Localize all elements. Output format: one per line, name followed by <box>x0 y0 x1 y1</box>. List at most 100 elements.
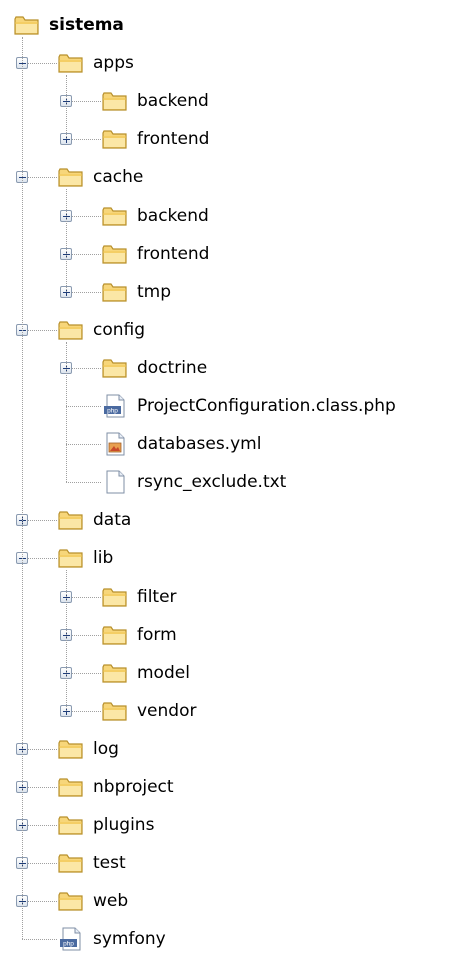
tree-folder-row[interactable]: tmp <box>0 273 472 311</box>
svg-text:php: php <box>107 408 118 415</box>
folder-name-label: log <box>93 738 119 759</box>
folder-open-icon <box>13 13 41 37</box>
folder-icon <box>57 851 85 875</box>
tree-folder-row[interactable]: model <box>0 654 472 692</box>
folder-icon-graphic <box>102 244 127 264</box>
tree-folder-row[interactable]: log <box>0 730 472 768</box>
folder-icon-graphic <box>58 549 83 568</box>
tree-folder-row[interactable]: nbproject <box>0 768 472 806</box>
tree-file-row[interactable]: php symfony <box>0 920 472 958</box>
file-name-label: databases.yml <box>137 434 262 455</box>
text-file-icon-graphic <box>106 470 125 494</box>
folder-name-label: frontend <box>137 129 210 150</box>
tree-folder-row[interactable]: vendor <box>0 692 472 730</box>
tree-connector-horizontal <box>66 482 101 484</box>
folder-icon-graphic <box>58 778 83 797</box>
folder-name-label: config <box>93 319 146 340</box>
folder-name-label: cache <box>93 167 144 188</box>
folder-icon <box>101 585 129 609</box>
folder-icon <box>57 51 85 75</box>
folder-icon-graphic <box>58 892 83 911</box>
php-file-icon: php <box>101 394 129 418</box>
folder-icon-graphic <box>102 359 127 378</box>
folder-name-label: vendor <box>137 700 197 721</box>
yml-file-icon-graphic <box>106 432 125 456</box>
tree-folder-row[interactable]: lib <box>0 539 472 577</box>
file-name-label: symfony <box>93 929 166 950</box>
tree-file-row[interactable]: databases.yml <box>0 425 472 463</box>
tree-branch-line <box>66 341 67 483</box>
folder-icon-graphic <box>58 854 83 873</box>
tree-folder-row[interactable]: web <box>0 882 472 920</box>
tree-folder-row[interactable]: sistema <box>0 6 472 44</box>
tree-folder-row[interactable]: plugins <box>0 806 472 844</box>
yml-file-icon <box>101 432 129 456</box>
folder-name-label: data <box>93 510 132 531</box>
tree-folder-row[interactable]: filter <box>0 578 472 616</box>
svg-text:php: php <box>63 941 74 948</box>
folder-icon <box>57 775 85 799</box>
tree-file-row[interactable]: php ProjectConfiguration.class.php <box>0 387 472 425</box>
folder-icon-graphic <box>58 740 83 759</box>
tree-folder-row[interactable]: test <box>0 844 472 882</box>
folder-name-label: tmp <box>137 281 172 302</box>
folder-name-label: apps <box>93 53 134 74</box>
tree-folder-row[interactable]: form <box>0 616 472 654</box>
folder-name-label: sistema <box>49 15 124 35</box>
tree-folder-row[interactable]: data <box>0 501 472 539</box>
folder-name-label: frontend <box>137 243 210 264</box>
php-file-icon-graphic: php <box>60 927 81 951</box>
folder-name-label: filter <box>137 586 177 607</box>
folder-name-label: backend <box>137 91 209 112</box>
folder-icon-graphic <box>58 511 83 530</box>
folder-icon <box>57 508 85 532</box>
folder-icon-graphic <box>58 54 83 73</box>
folder-icon <box>101 127 129 151</box>
folder-name-label: test <box>93 853 126 874</box>
text-file-icon <box>101 470 129 494</box>
tree-folder-row[interactable]: backend <box>0 82 472 120</box>
folder-icon-graphic <box>102 283 127 302</box>
folder-name-label: lib <box>93 548 114 569</box>
folder-icon-graphic <box>58 168 83 187</box>
tree-folder-row[interactable]: config <box>0 311 472 349</box>
php-file-icon: php <box>57 927 85 951</box>
tree-folder-row[interactable]: frontend <box>0 120 472 158</box>
file-name-label: rsync_exclude.txt <box>137 472 287 493</box>
tree-folder-row[interactable]: backend <box>0 197 472 235</box>
folder-icon <box>57 165 85 189</box>
tree-connector-horizontal <box>22 939 57 941</box>
tree-folder-row[interactable]: cache <box>0 158 472 196</box>
folder-name-label: model <box>137 662 190 683</box>
folder-name-label: plugins <box>93 815 155 836</box>
folder-open-icon-graphic <box>14 16 39 35</box>
php-file-icon-graphic: php <box>104 394 125 418</box>
folder-icon <box>101 699 129 723</box>
folder-icon <box>101 623 129 647</box>
folder-icon-graphic <box>58 816 83 835</box>
tree-trunk-line <box>22 37 23 940</box>
folder-icon-graphic <box>102 92 127 111</box>
folder-icon-graphic <box>102 664 127 683</box>
folder-name-label: backend <box>137 205 209 226</box>
folder-icon <box>101 280 129 304</box>
folder-icon-graphic <box>102 206 127 226</box>
tree-folder-row[interactable]: doctrine <box>0 349 472 387</box>
folder-icon <box>57 546 85 570</box>
tree-folder-row[interactable]: frontend <box>0 235 472 273</box>
folder-icon <box>101 661 129 685</box>
folder-icon <box>101 356 129 380</box>
folder-icon <box>101 204 129 228</box>
tree-file-row[interactable]: rsync_exclude.txt <box>0 463 472 501</box>
folder-icon <box>57 889 85 913</box>
folder-icon <box>101 89 129 113</box>
folder-icon-graphic <box>102 130 127 149</box>
folder-icon-graphic <box>102 702 127 721</box>
folder-icon <box>57 737 85 761</box>
tree-folder-row[interactable]: apps <box>0 44 472 82</box>
folder-name-label: doctrine <box>137 357 208 378</box>
file-name-label: ProjectConfiguration.class.php <box>137 396 396 416</box>
tree-connector-horizontal <box>66 444 101 446</box>
tree-branch-line <box>66 570 67 711</box>
project-tree: sistema apps backend frontend cache back… <box>0 0 472 973</box>
